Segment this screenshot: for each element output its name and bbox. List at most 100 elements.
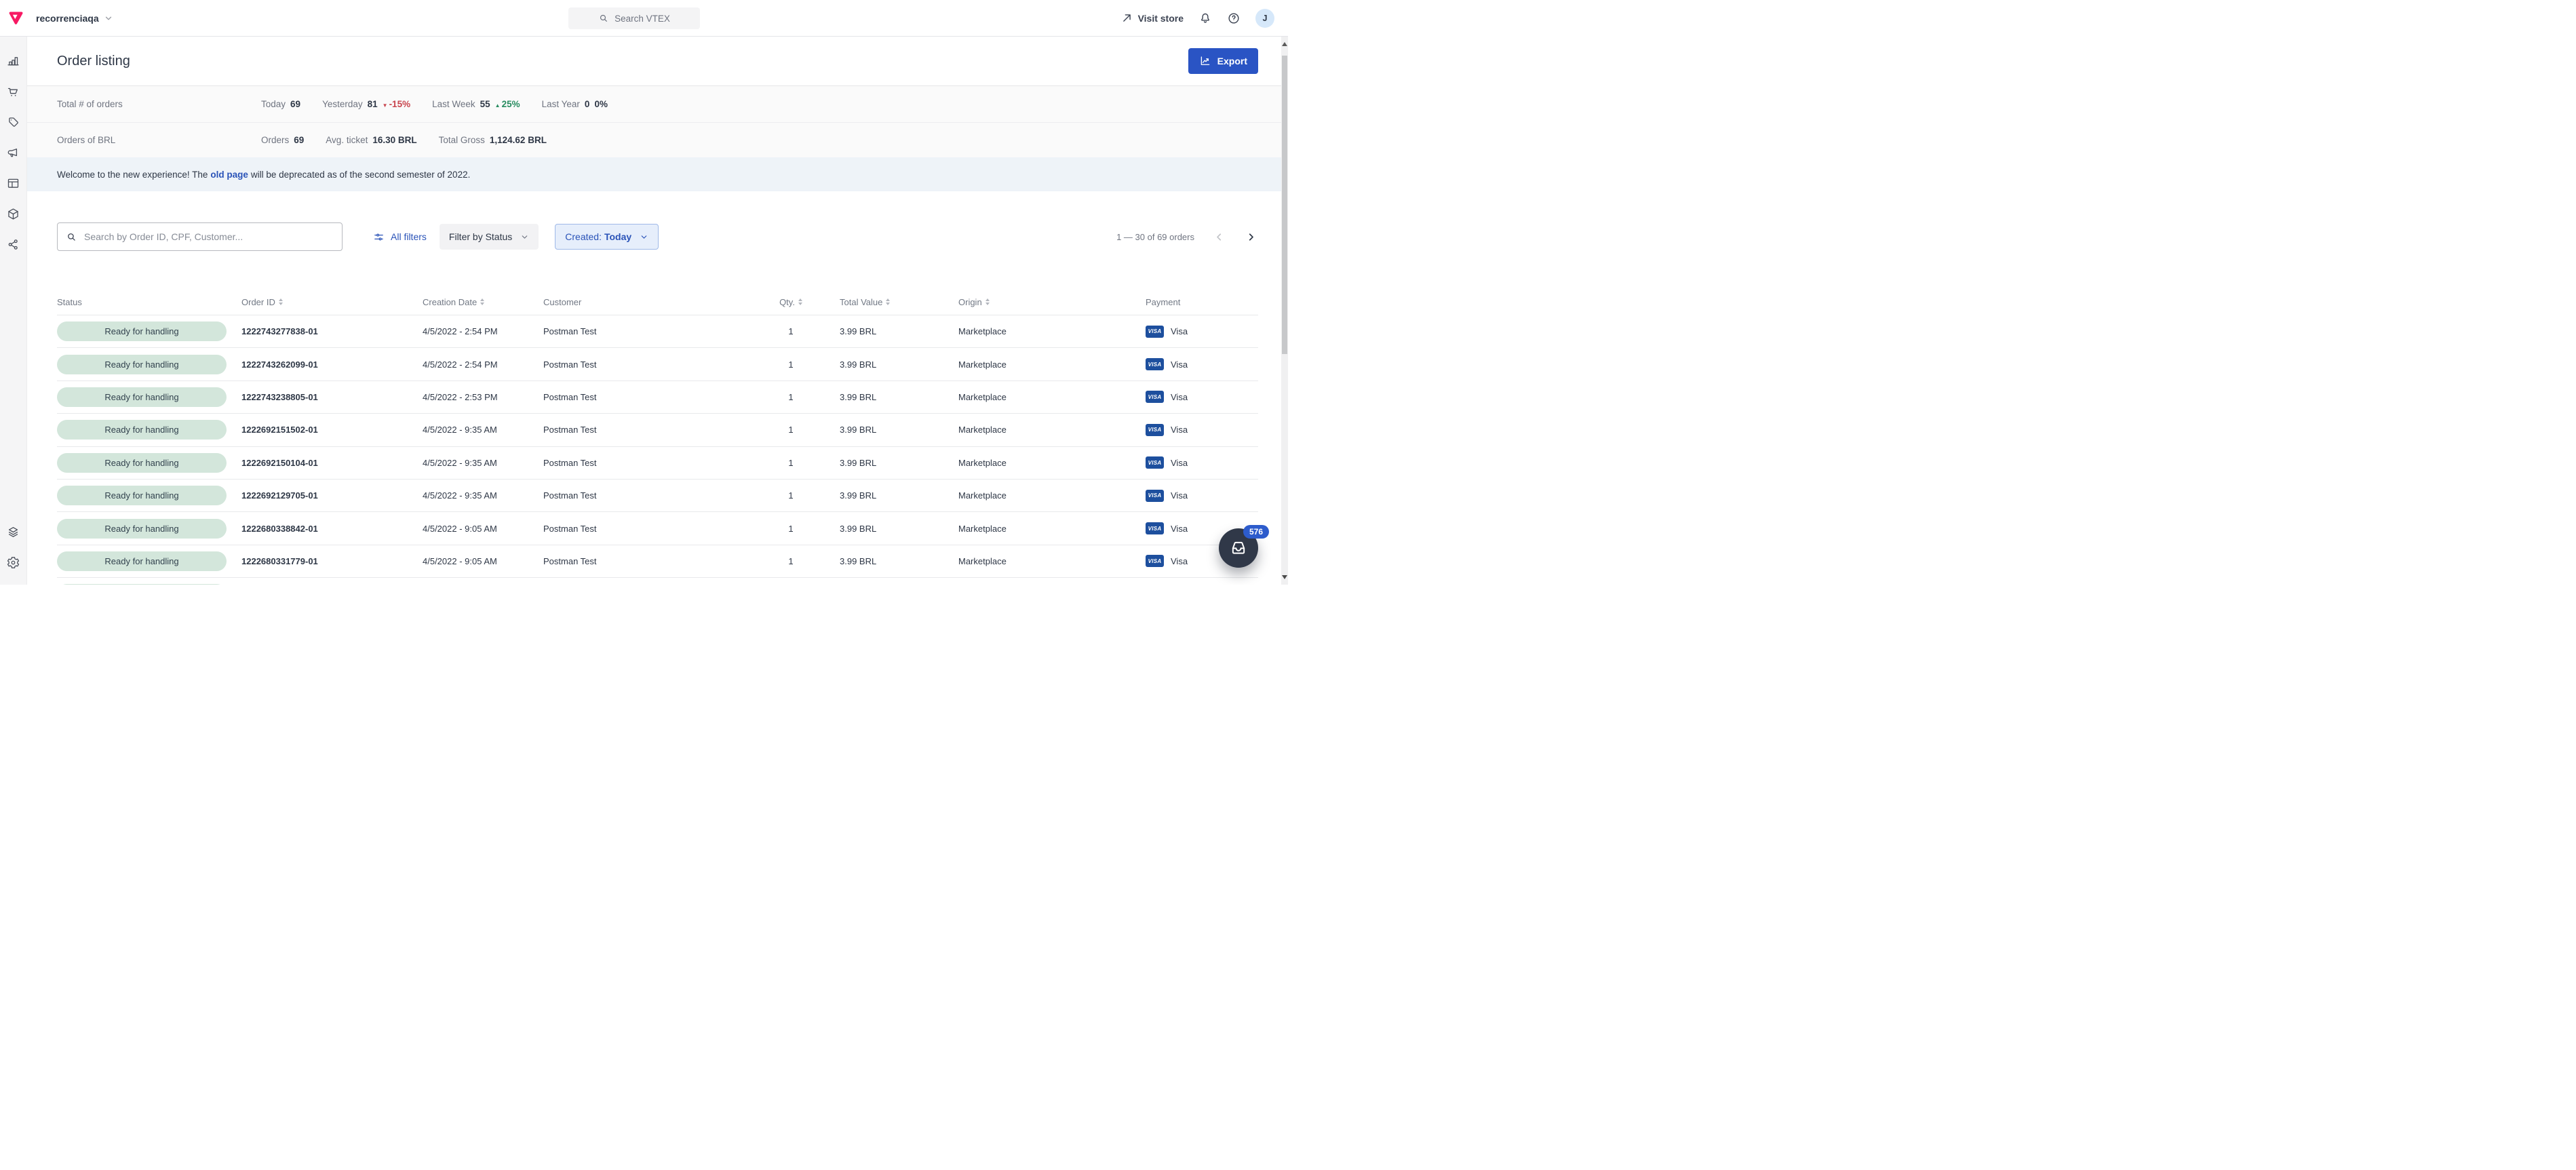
stat-metric: Orders69 (261, 135, 304, 145)
total-value-cell: 3.99 BRL (806, 359, 958, 370)
megaphone-icon[interactable] (6, 146, 20, 160)
cart-icon[interactable] (6, 85, 20, 99)
app-window: recorrenciaqa Search VTEX Visit store J (0, 0, 1288, 585)
column-header-total_value[interactable]: Total Value (806, 297, 958, 307)
origin-cell: Marketplace (958, 359, 1146, 370)
status-cell: Ready for handling (57, 420, 241, 440)
status-cell: Ready for handling (57, 551, 241, 571)
old-page-link[interactable]: old page (210, 170, 248, 180)
table-row[interactable]: Ready for handling 1222743262099-01 4/5/… (57, 348, 1258, 381)
order-id-cell: 1222692150104-01 (241, 458, 423, 468)
status-badge: Ready for handling (57, 519, 227, 539)
table-header-row: StatusOrder IDCreation DateCustomerQty.T… (57, 289, 1258, 315)
column-header-payment: Payment (1146, 297, 1258, 307)
pagination-range: 1 — 30 of 69 orders (1116, 232, 1194, 242)
origin-cell: Marketplace (958, 425, 1146, 435)
column-header-order_id[interactable]: Order ID (241, 297, 423, 307)
stat-metric: Total Gross1,124.62 BRL (439, 135, 547, 145)
chevron-down-icon (640, 233, 648, 241)
payment-cell: VISA Visa (1146, 326, 1258, 338)
table-row[interactable]: Ready for handling 1222692129705-01 4/5/… (57, 480, 1258, 512)
scroll-down-arrow[interactable] (1282, 575, 1287, 579)
order-id-cell: 1222743238805-01 (241, 392, 423, 402)
sort-icon (886, 298, 890, 305)
search-icon (598, 13, 609, 24)
stat-metric: Last Year00% (542, 99, 608, 109)
table-row[interactable]: Ready for handling 1222680338842-01 4/5/… (57, 512, 1258, 545)
payment-label: Visa (1171, 524, 1188, 534)
banner-text: will be deprecated as of the second seme… (251, 170, 470, 180)
column-header-creation_date[interactable]: Creation Date (423, 297, 543, 307)
visa-card-icon: VISA (1146, 424, 1164, 436)
global-search[interactable]: Search VTEX (568, 7, 700, 29)
next-page-button[interactable] (1244, 230, 1258, 244)
account-menu[interactable]: recorrenciaqa (36, 13, 113, 24)
status-badge: Ready for handling (57, 321, 227, 341)
table-row[interactable]: Ready for handling 1222743277838-01 4/5/… (57, 315, 1258, 348)
order-id-cell: 1222743277838-01 (241, 326, 423, 336)
scroll-up-arrow[interactable] (1282, 42, 1287, 46)
avatar[interactable]: J (1255, 9, 1274, 28)
order-id-cell: 1222692151502-01 (241, 425, 423, 435)
table-row[interactable]: Ready for handling (57, 578, 1258, 585)
visit-store-button[interactable]: Visit store (1121, 12, 1184, 24)
stats-row-label: Total # of orders (57, 99, 261, 109)
layers-icon[interactable] (6, 525, 20, 539)
share-network-icon[interactable] (6, 237, 20, 252)
line-chart-icon (1199, 55, 1211, 67)
origin-cell: Marketplace (958, 326, 1146, 336)
table-row[interactable]: Ready for handling 1222743238805-01 4/5/… (57, 381, 1258, 414)
stats-summary: Total # of orders Today69Yesterday81▼-15… (27, 85, 1281, 157)
sidebar (0, 37, 27, 585)
notifications-button[interactable] (1198, 12, 1212, 25)
payment-label: Visa (1171, 359, 1188, 370)
visa-card-icon: VISA (1146, 490, 1164, 502)
orders-table: StatusOrder IDCreation DateCustomerQty.T… (57, 289, 1258, 585)
gear-icon[interactable] (6, 555, 20, 570)
page-title: Order listing (57, 54, 130, 69)
export-button[interactable]: Export (1188, 48, 1258, 74)
trend-up-icon: ▲ (495, 102, 501, 109)
help-icon (1227, 12, 1241, 25)
visit-store-label: Visit store (1138, 13, 1184, 24)
creation-date-cell: 4/5/2022 - 9:35 AM (423, 425, 543, 435)
status-badge: Ready for handling (57, 584, 227, 585)
vertical-scrollbar[interactable] (1281, 37, 1288, 585)
account-name: recorrenciaqa (36, 13, 99, 24)
table-row[interactable]: Ready for handling 1222680331779-01 4/5/… (57, 545, 1258, 578)
qty-cell: 1 (776, 359, 806, 370)
created-filter-dropdown[interactable]: Created:Today (555, 224, 659, 250)
qty-cell: 1 (776, 490, 806, 501)
scrollbar-thumb[interactable] (1282, 56, 1287, 354)
all-filters-button[interactable]: All filters (373, 231, 427, 243)
storefront-layout-icon[interactable] (6, 176, 20, 191)
topbar: recorrenciaqa Search VTEX Visit store J (0, 0, 1288, 37)
payment-cell: VISA Visa (1146, 490, 1258, 502)
order-search-input[interactable] (84, 231, 334, 242)
inbox-floating-button[interactable]: 576 (1219, 528, 1258, 568)
creation-date-cell: 4/5/2022 - 2:53 PM (423, 392, 543, 402)
box-icon[interactable] (6, 207, 20, 221)
search-icon (66, 231, 77, 243)
table-row[interactable]: Ready for handling 1222692151502-01 4/5/… (57, 414, 1258, 446)
bar-chart-icon[interactable] (6, 54, 20, 69)
tag-icon[interactable] (6, 115, 20, 130)
help-button[interactable] (1227, 12, 1241, 25)
status-badge: Ready for handling (57, 551, 227, 571)
column-header-qty[interactable]: Qty. (776, 297, 806, 307)
stat-metric: Yesterday81▼-15% (322, 99, 410, 109)
column-header-origin[interactable]: Origin (958, 297, 1146, 307)
payment-label: Visa (1171, 392, 1188, 402)
payment-cell: VISA Visa (1146, 391, 1258, 403)
total-value-cell: 3.99 BRL (806, 326, 958, 336)
creation-date-cell: 4/5/2022 - 9:05 AM (423, 524, 543, 534)
customer-cell: Postman Test (543, 556, 776, 566)
customer-cell: Postman Test (543, 524, 776, 534)
customer-cell: Postman Test (543, 326, 776, 336)
stats-row-label: Orders of BRL (57, 135, 261, 145)
inbox-icon (1229, 539, 1248, 558)
filter-by-status-dropdown[interactable]: Filter by Status (440, 224, 539, 250)
table-row[interactable]: Ready for handling 1222692150104-01 4/5/… (57, 447, 1258, 480)
order-search-field[interactable] (57, 222, 343, 251)
prev-page-button[interactable] (1212, 230, 1226, 244)
